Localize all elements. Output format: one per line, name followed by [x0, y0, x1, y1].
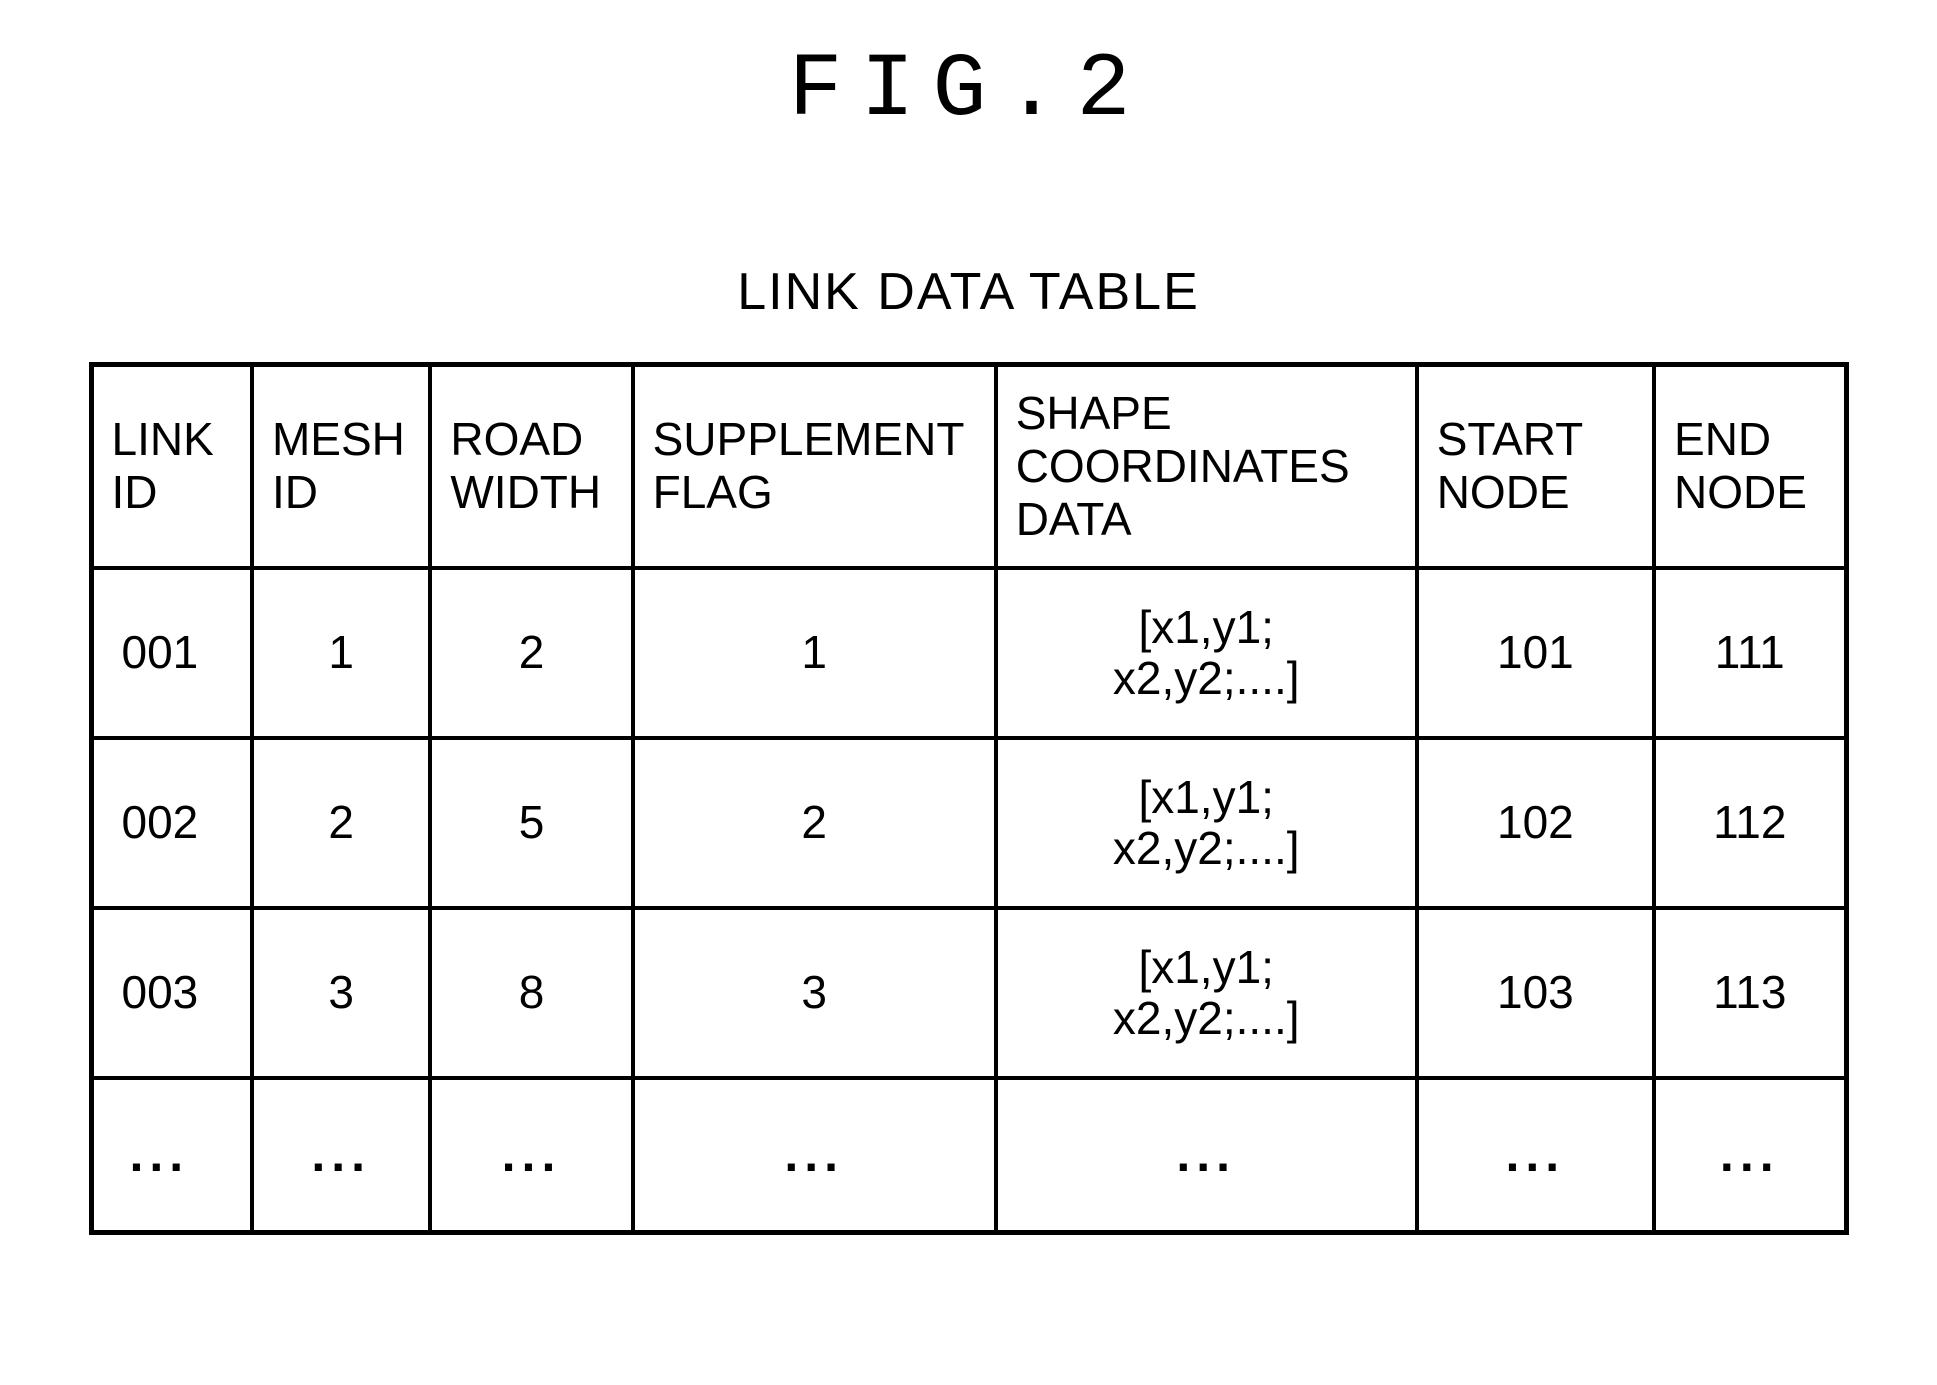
cell-end-node: 113: [1654, 908, 1846, 1078]
cell-link-id: 003: [91, 908, 252, 1078]
table-row-ellipsis: ... ... ... ... ... ... ...: [91, 1078, 1846, 1233]
cell-mesh-id: 2: [252, 738, 430, 908]
table-row: 002 2 5 2 [x1,y1;x2,y2;....] 102 112: [91, 738, 1846, 908]
cell-mesh-id: 1: [252, 568, 430, 738]
cell-ellipsis: ...: [430, 1078, 632, 1233]
table-caption: LINK DATA TABLE: [737, 262, 1200, 322]
cell-road-width: 2: [430, 568, 632, 738]
header-mesh-id: MESHID: [252, 365, 430, 568]
cell-mesh-id: 3: [252, 908, 430, 1078]
cell-ellipsis: ...: [91, 1078, 252, 1233]
header-link-id: LINKID: [91, 365, 252, 568]
cell-link-id: 001: [91, 568, 252, 738]
cell-ellipsis: ...: [252, 1078, 430, 1233]
table-header-row: LINKID MESHID ROADWIDTH SUPPLEMENTFLAG S…: [91, 365, 1846, 568]
cell-end-node: 112: [1654, 738, 1846, 908]
cell-start-node: 101: [1417, 568, 1654, 738]
cell-shape-coords: [x1,y1;x2,y2;....]: [996, 568, 1417, 738]
header-start-node: STARTNODE: [1417, 365, 1654, 568]
cell-ellipsis: ...: [633, 1078, 996, 1233]
cell-end-node: 111: [1654, 568, 1846, 738]
table-row: 001 1 2 1 [x1,y1;x2,y2;....] 101 111: [91, 568, 1846, 738]
cell-link-id: 002: [91, 738, 252, 908]
header-road-width: ROADWIDTH: [430, 365, 632, 568]
header-supplement-flag: SUPPLEMENTFLAG: [633, 365, 996, 568]
cell-ellipsis: ...: [1654, 1078, 1846, 1233]
cell-ellipsis: ...: [1417, 1078, 1654, 1233]
cell-road-width: 8: [430, 908, 632, 1078]
cell-supplement-flag: 2: [633, 738, 996, 908]
link-data-table: LINKID MESHID ROADWIDTH SUPPLEMENTFLAG S…: [89, 362, 1849, 1235]
header-shape-coords: SHAPECOORDINATESDATA: [996, 365, 1417, 568]
cell-start-node: 102: [1417, 738, 1654, 908]
cell-start-node: 103: [1417, 908, 1654, 1078]
cell-supplement-flag: 1: [633, 568, 996, 738]
header-end-node: ENDNODE: [1654, 365, 1846, 568]
cell-road-width: 5: [430, 738, 632, 908]
cell-ellipsis: ...: [996, 1078, 1417, 1233]
cell-shape-coords: [x1,y1;x2,y2;....]: [996, 908, 1417, 1078]
cell-supplement-flag: 3: [633, 908, 996, 1078]
table-row: 003 3 8 3 [x1,y1;x2,y2;....] 103 113: [91, 908, 1846, 1078]
cell-shape-coords: [x1,y1;x2,y2;....]: [996, 738, 1417, 908]
figure-title: FIG.2: [788, 40, 1148, 142]
